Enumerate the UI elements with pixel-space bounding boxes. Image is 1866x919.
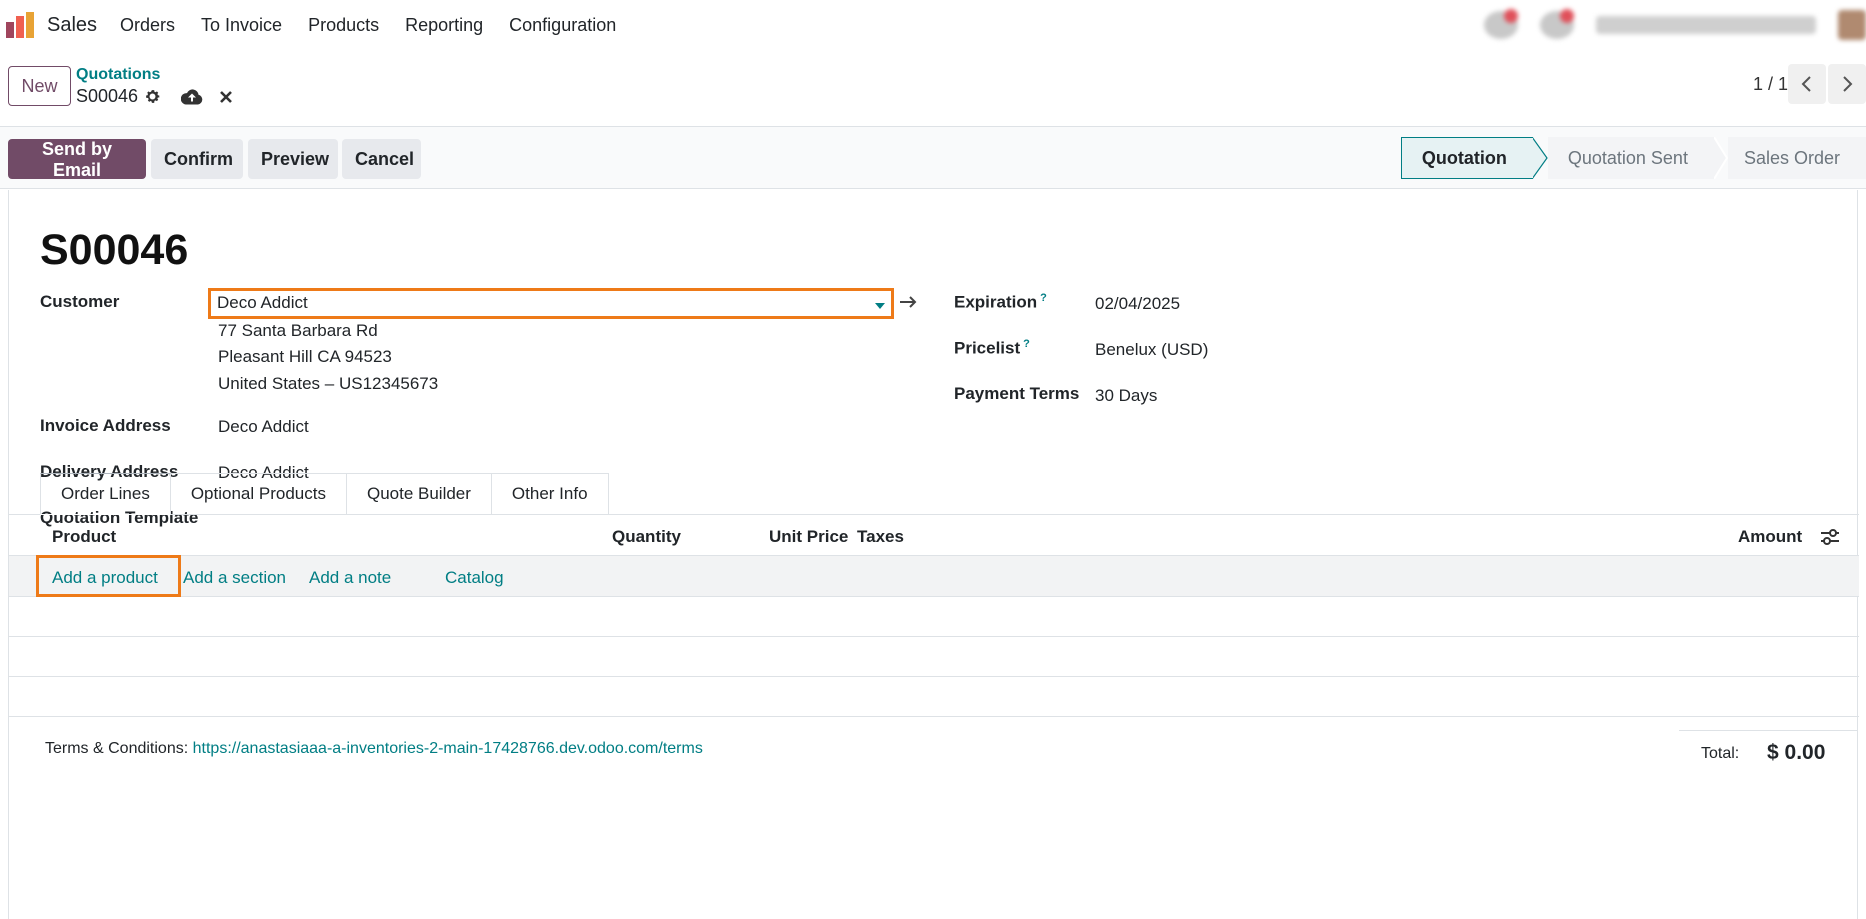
column-product[interactable]: Product (52, 527, 116, 547)
table-row (9, 677, 1859, 717)
pager-previous-button[interactable] (1788, 64, 1826, 104)
table-row (9, 637, 1859, 677)
company-switcher[interactable] (1596, 16, 1816, 34)
payment-terms-label: Payment Terms (954, 384, 1080, 403)
tab-quote-builder[interactable]: Quote Builder (346, 473, 492, 515)
pricelist-field[interactable]: Benelux (USD) (1095, 340, 1208, 360)
top-navbar: Sales Orders To Invoice Products Reporti… (0, 0, 1866, 52)
help-icon[interactable]: ? (1023, 338, 1030, 350)
menu-to-invoice[interactable]: To Invoice (201, 15, 282, 36)
stage-label: Sales Order (1743, 147, 1840, 168)
customer-address-line3: United States – US12345673 (218, 374, 439, 393)
menu-configuration[interactable]: Configuration (509, 15, 616, 36)
customer-address-line1: 77 Santa Barbara Rd (218, 321, 378, 340)
breadcrumb-quotations[interactable]: Quotations (76, 66, 160, 84)
invoice-address-label: Invoice Address (40, 416, 171, 435)
pricelist-label: Pricelist? (954, 338, 1030, 358)
activity-icon[interactable] (1484, 9, 1518, 39)
payment-terms-field[interactable]: 30 Days (1095, 386, 1157, 406)
total-value: $ 0.00 (1767, 741, 1826, 764)
invoice-address-field[interactable]: Deco Addict (218, 417, 309, 437)
chevron-left-icon (1801, 76, 1811, 92)
menu-reporting[interactable]: Reporting (405, 15, 483, 36)
customer-address-line2: Pleasant Hill CA 94523 (218, 347, 392, 366)
stage-sales-order[interactable]: Sales Order (1727, 137, 1866, 179)
stage-label: Quotation Sent (1567, 147, 1688, 168)
control-panel: New Quotations S00046 1 / 1 (0, 52, 1866, 127)
preview-button[interactable]: Preview (248, 139, 338, 179)
optional-columns-icon[interactable] (1820, 528, 1840, 546)
terms-and-conditions: Terms & Conditions: https://anastasiaaa-… (45, 740, 703, 758)
send-by-email-button[interactable]: Send by Email (8, 139, 146, 180)
expiration-label: Expiration? (954, 292, 1047, 312)
stage-quotation[interactable]: Quotation (1400, 137, 1533, 179)
column-amount[interactable]: Amount (1738, 527, 1802, 547)
stage-label: Quotation (1421, 147, 1507, 168)
customer-label: Customer (40, 292, 120, 311)
main-menu: Orders To Invoice Products Reporting Con… (120, 15, 642, 36)
menu-products[interactable]: Products (308, 15, 379, 36)
user-avatar[interactable] (1838, 10, 1866, 40)
stage-quotation-sent[interactable]: Quotation Sent (1547, 137, 1714, 179)
notebook-tabs: Order Lines Optional Products Quote Buil… (40, 473, 609, 515)
stage-arrow (1713, 137, 1728, 179)
column-quantity[interactable]: Quantity (612, 527, 681, 547)
add-line-row: Add a product Add a section Add a note C… (9, 555, 1859, 597)
customer-value: Deco Addict (217, 293, 308, 312)
add-product-link[interactable]: Add a product (52, 568, 158, 588)
page-title: S00046 (40, 226, 189, 274)
messages-icon[interactable] (1540, 9, 1574, 39)
gear-icon[interactable] (144, 88, 161, 105)
tab-optional-products[interactable]: Optional Products (170, 473, 347, 515)
help-icon[interactable]: ? (1040, 292, 1047, 304)
stage-arrow (1531, 137, 1548, 179)
form-action-bar: Send by Email Confirm Preview Cancel Quo… (0, 127, 1866, 189)
table-row (9, 597, 1859, 637)
total-summary: Total: $ 0.00 (1679, 730, 1857, 770)
app-name[interactable]: Sales (47, 14, 97, 37)
cloud-upload-icon[interactable] (181, 88, 203, 105)
total-label: Total: (1701, 745, 1740, 762)
navbar-systray (1484, 9, 1866, 40)
sales-app-icon[interactable] (6, 12, 36, 38)
new-button[interactable]: New (8, 66, 71, 106)
column-unit-price[interactable]: Unit Price (769, 527, 848, 547)
add-section-link[interactable]: Add a section (183, 568, 286, 588)
column-taxes[interactable]: Taxes (857, 527, 904, 547)
pager-next-button[interactable] (1828, 64, 1866, 104)
arrow-right-icon[interactable] (899, 293, 919, 311)
close-icon[interactable] (219, 90, 233, 104)
chevron-right-icon (1843, 76, 1853, 92)
form-sheet: S00046 Customer Deco Addict 77 Santa Bar… (8, 190, 1859, 919)
cancel-button[interactable]: Cancel (342, 139, 421, 179)
terms-label: Terms & Conditions: (45, 740, 189, 757)
record-name: S00046 (76, 86, 139, 106)
customer-input[interactable]: Deco Addict (208, 288, 894, 319)
status-bar: Quotation Quotation Sent Sales Order (1400, 137, 1866, 179)
order-lines-header: Product Quantity Unit Price Taxes Amount (9, 515, 1859, 556)
chevron-down-icon[interactable] (875, 303, 885, 309)
breadcrumb-current: S00046 (76, 86, 233, 107)
menu-orders[interactable]: Orders (120, 15, 175, 36)
add-note-link[interactable]: Add a note (309, 568, 391, 588)
expiration-field[interactable]: 02/04/2025 (1095, 294, 1180, 314)
tab-order-lines[interactable]: Order Lines (40, 473, 171, 515)
terms-link[interactable]: https://anastasiaaa-a-inventories-2-main… (193, 740, 703, 757)
pager-value[interactable]: 1 / 1 (1753, 74, 1788, 95)
confirm-button[interactable]: Confirm (151, 139, 243, 179)
tab-other-info[interactable]: Other Info (491, 473, 609, 515)
catalog-link[interactable]: Catalog (445, 568, 504, 588)
